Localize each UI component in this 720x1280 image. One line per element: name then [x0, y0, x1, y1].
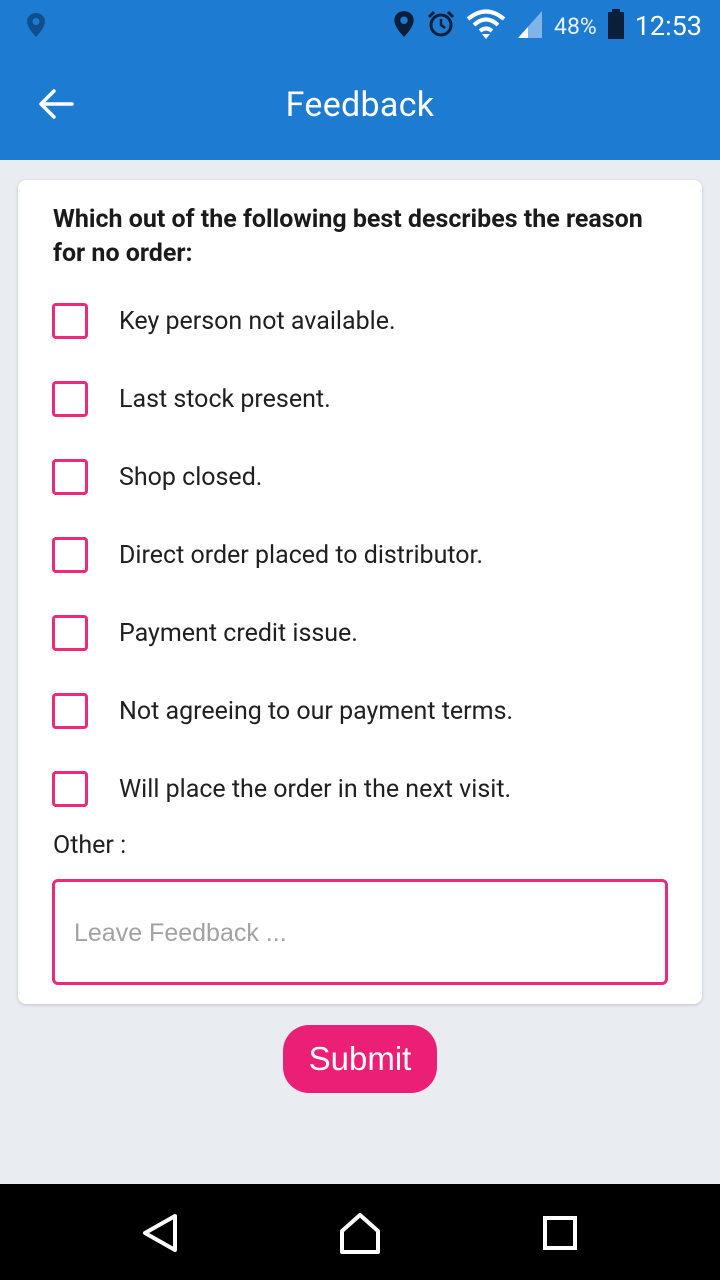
back-triangle-icon: [143, 1214, 177, 1252]
navigation-bar: [0, 1184, 720, 1280]
location-icon: [392, 10, 416, 42]
recents-square-icon: [543, 1216, 577, 1250]
nav-home-button[interactable]: [335, 1208, 385, 1258]
option-payment-terms[interactable]: Not agreeing to our payment terms.: [52, 689, 672, 733]
nav-back-button[interactable]: [135, 1208, 185, 1258]
option-label: Key person not available.: [119, 306, 396, 336]
feedback-field[interactable]: [52, 879, 668, 985]
option-label: Not agreeing to our payment terms.: [119, 696, 514, 726]
app-bar: Feedback: [0, 52, 720, 160]
clock: 12:53: [634, 10, 702, 42]
nav-recents-button[interactable]: [535, 1208, 585, 1258]
location-icon: [25, 12, 47, 42]
signal-icon: [516, 9, 544, 43]
option-label: Last stock present.: [119, 384, 331, 414]
wifi-icon: [466, 8, 506, 44]
checkbox[interactable]: [52, 537, 88, 573]
option-label: Will place the order in the next visit.: [119, 774, 512, 804]
checkbox[interactable]: [52, 381, 88, 417]
option-next-visit[interactable]: Will place the order in the next visit.: [52, 767, 672, 811]
option-label: Payment credit issue.: [119, 618, 358, 648]
other-label: Other :: [53, 831, 127, 860]
alarm-icon: [426, 9, 456, 43]
checkbox[interactable]: [52, 693, 88, 729]
status-bar: 48% 12:53: [0, 0, 720, 52]
battery-icon: [607, 9, 625, 43]
submit-button[interactable]: Submit: [283, 1025, 437, 1093]
option-last-stock[interactable]: Last stock present.: [52, 377, 672, 421]
feedback-input[interactable]: [72, 882, 655, 984]
checkbox[interactable]: [52, 459, 88, 495]
option-label: Shop closed.: [119, 462, 263, 492]
option-direct-order[interactable]: Direct order placed to distributor.: [52, 533, 672, 577]
question-text: Which out of the following best describe…: [53, 205, 643, 268]
battery-percent: 48%: [554, 12, 597, 40]
option-label: Direct order placed to distributor.: [119, 540, 484, 570]
option-payment-credit[interactable]: Payment credit issue.: [52, 611, 672, 655]
checkbox[interactable]: [52, 303, 88, 339]
option-shop-closed[interactable]: Shop closed.: [52, 455, 672, 499]
checkbox[interactable]: [52, 771, 88, 807]
option-key-person[interactable]: Key person not available.: [52, 299, 672, 343]
page-title: Feedback: [285, 85, 435, 125]
home-icon: [340, 1213, 380, 1254]
feedback-card: Which out of the following best describe…: [18, 180, 702, 1004]
checkbox[interactable]: [52, 615, 88, 651]
